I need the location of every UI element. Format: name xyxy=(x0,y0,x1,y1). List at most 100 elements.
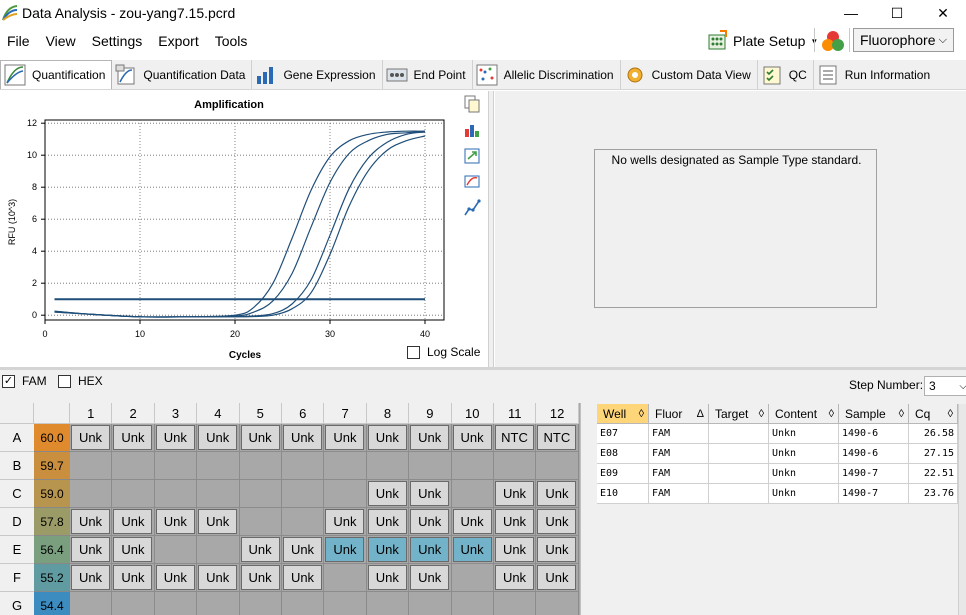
well-F11[interactable]: Unk xyxy=(494,564,537,592)
well-B3[interactable] xyxy=(154,452,198,480)
well-D6[interactable] xyxy=(282,508,325,536)
menu-file[interactable]: File xyxy=(0,33,38,49)
tab-qc[interactable]: QC xyxy=(758,60,814,89)
well-G8[interactable] xyxy=(366,592,410,615)
column-header-9[interactable]: 9 xyxy=(409,403,452,424)
well-D9[interactable]: Unk xyxy=(409,508,452,536)
well-B4[interactable] xyxy=(197,452,240,480)
well-B7[interactable] xyxy=(324,452,367,480)
well-C3[interactable] xyxy=(154,480,198,508)
well-A8[interactable]: Unk xyxy=(366,424,410,452)
well-C10[interactable] xyxy=(451,480,494,508)
table-cell[interactable]: FAM xyxy=(649,464,709,484)
well-E3[interactable] xyxy=(154,536,198,564)
well-B12[interactable] xyxy=(536,452,579,480)
table-cell[interactable]: 1490-6 xyxy=(839,424,909,444)
well-G10[interactable] xyxy=(451,592,494,615)
chart-settings-icon[interactable] xyxy=(463,121,481,139)
target-column-header[interactable]: Target ◊ xyxy=(709,404,769,424)
fluorophore-select[interactable]: Fluorophore ⌵ xyxy=(853,28,954,52)
well-E1[interactable]: Unk xyxy=(70,536,113,564)
well-E11[interactable]: Unk xyxy=(494,536,537,564)
menu-export[interactable]: Export xyxy=(150,33,206,49)
well-C11[interactable]: Unk xyxy=(494,480,537,508)
well-G9[interactable] xyxy=(409,592,452,615)
table-cell[interactable]: 1490-7 xyxy=(839,464,909,484)
log-scale-toggle[interactable]: Log Scale xyxy=(407,345,480,359)
well-E7[interactable]: Unk xyxy=(324,536,367,564)
well-G12[interactable] xyxy=(536,592,579,615)
hex-checkbox[interactable] xyxy=(58,374,71,388)
well-A10[interactable]: Unk xyxy=(451,424,494,452)
well-G2[interactable] xyxy=(112,592,155,615)
well-C9[interactable]: Unk xyxy=(409,480,452,508)
vertical-splitter[interactable] xyxy=(580,403,588,615)
zoom-chart-icon[interactable] xyxy=(463,173,481,191)
fam-toggle[interactable]: ✓ FAM xyxy=(2,374,47,388)
tab-gene-expression[interactable]: Gene Expression xyxy=(252,60,383,89)
row-header-C[interactable]: C xyxy=(0,480,34,508)
well-D3[interactable]: Unk xyxy=(154,508,198,536)
well-B8[interactable] xyxy=(366,452,410,480)
table-cell[interactable]: FAM xyxy=(649,424,709,444)
table-cell[interactable]: Unkn xyxy=(769,444,839,464)
well-F6[interactable]: Unk xyxy=(282,564,325,592)
well-E12[interactable]: Unk xyxy=(536,536,579,564)
table-cell[interactable]: E07 xyxy=(597,424,649,444)
well-B10[interactable] xyxy=(451,452,494,480)
table-cell[interactable]: Unkn xyxy=(769,484,839,504)
tab-custom-data-view[interactable]: Custom Data View xyxy=(621,60,758,89)
curve-fit-icon[interactable] xyxy=(463,199,481,217)
well-C4[interactable] xyxy=(197,480,240,508)
table-cell[interactable]: E09 xyxy=(597,464,649,484)
export-chart-icon[interactable] xyxy=(463,147,481,165)
menu-settings[interactable]: Settings xyxy=(84,33,151,49)
well-A1[interactable]: Unk xyxy=(70,424,113,452)
well-G1[interactable] xyxy=(70,592,113,615)
fam-checkbox[interactable]: ✓ xyxy=(2,374,15,388)
table-cell[interactable]: 26.58 xyxy=(909,424,958,444)
well-A5[interactable]: Unk xyxy=(239,424,282,452)
well-A11[interactable]: NTC xyxy=(494,424,537,452)
well-B9[interactable] xyxy=(409,452,452,480)
column-header-11[interactable]: 11 xyxy=(494,403,537,424)
copy-icon[interactable] xyxy=(463,95,481,113)
well-F9[interactable]: Unk xyxy=(409,564,452,592)
well-D5[interactable] xyxy=(239,508,282,536)
vertical-scrollbar[interactable] xyxy=(958,404,966,615)
table-cell[interactable]: FAM xyxy=(649,444,709,464)
well-C5[interactable] xyxy=(239,480,282,508)
well-F12[interactable]: Unk xyxy=(536,564,579,592)
fluorophore-icon[interactable] xyxy=(820,28,846,54)
row-header-A[interactable]: A xyxy=(0,424,34,452)
table-cell[interactable]: 22.51 xyxy=(909,464,958,484)
well-G6[interactable] xyxy=(282,592,325,615)
well-D2[interactable]: Unk xyxy=(112,508,155,536)
table-cell[interactable]: FAM xyxy=(649,484,709,504)
cq-column-header[interactable]: Cq ◊ xyxy=(909,404,958,424)
well-A2[interactable]: Unk xyxy=(112,424,155,452)
well-A7[interactable]: Unk xyxy=(324,424,367,452)
well-C2[interactable] xyxy=(112,480,155,508)
row-header-F[interactable]: F xyxy=(0,564,34,592)
content-column-header[interactable]: Content ◊ xyxy=(769,404,839,424)
well-F8[interactable]: Unk xyxy=(366,564,410,592)
table-cell[interactable] xyxy=(709,464,769,484)
well-E2[interactable]: Unk xyxy=(112,536,155,564)
table-cell[interactable]: Unkn xyxy=(769,464,839,484)
well-C1[interactable] xyxy=(70,480,113,508)
well-C8[interactable]: Unk xyxy=(366,480,410,508)
well-E6[interactable]: Unk xyxy=(282,536,325,564)
well-G4[interactable] xyxy=(197,592,240,615)
table-cell[interactable] xyxy=(709,444,769,464)
table-cell[interactable]: Unkn xyxy=(769,424,839,444)
column-header-7[interactable]: 7 xyxy=(324,403,367,424)
well-D1[interactable]: Unk xyxy=(70,508,113,536)
well-D12[interactable]: Unk xyxy=(536,508,579,536)
tab-quantification[interactable]: Quantification xyxy=(0,60,113,89)
tab-end-point[interactable]: End Point xyxy=(383,60,473,89)
well-G3[interactable] xyxy=(154,592,198,615)
well-B2[interactable] xyxy=(112,452,155,480)
well-A3[interactable]: Unk xyxy=(154,424,198,452)
fluor-column-header[interactable]: Fluor Δ xyxy=(649,404,709,424)
